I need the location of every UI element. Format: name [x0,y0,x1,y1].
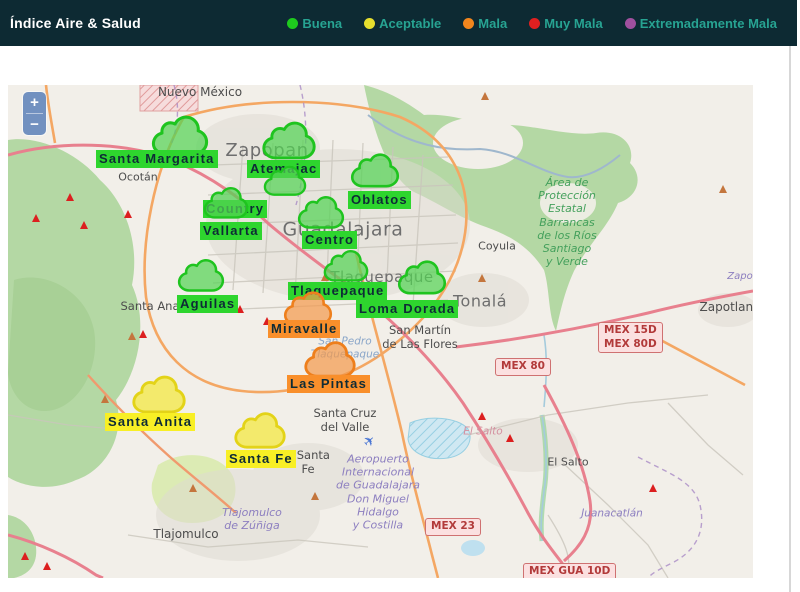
station-cloud-marker[interactable] [258,118,320,161]
aqi-legend: Buena Aceptable Mala Muy Mala Extremadamente… [287,16,777,31]
zoom-out-button[interactable]: − [23,114,46,135]
peak-icon [649,484,657,492]
peak-icon [189,484,197,492]
station-cloud-marker[interactable] [320,247,372,283]
station-label: Santa Fe [226,450,296,468]
legend-label: Muy Mala [544,16,603,31]
station-label: Santa Anita [105,413,195,431]
road-badge: MEX 15D MEX 80D [598,322,663,353]
station-cloud-marker[interactable] [347,150,403,189]
station-label: Las Pintas [287,375,370,393]
peak-icon [43,562,51,570]
station-cloud-marker[interactable] [300,338,360,379]
peak-icon [128,332,136,340]
peak-icon [481,92,489,100]
peak-icon [478,412,486,420]
peak-icon [21,552,29,560]
road-badge: MEX GUA 10D [523,563,616,578]
peak-icon [311,492,319,500]
legend-dot-icon [529,18,540,29]
peak-icon [66,193,74,201]
station-label: Vallarta [200,222,262,240]
peak-icon [80,221,88,229]
peak-icon [719,185,727,193]
legend-item: Aceptable [364,16,441,31]
station-cloud-marker[interactable] [128,372,190,415]
legend-label: Mala [478,16,507,31]
legend-item: Muy Mala [529,16,603,31]
peak-icon [101,395,109,403]
legend-label: Extremadamente Mala [640,16,777,31]
legend-label: Aceptable [379,16,441,31]
station-cloud-marker[interactable] [394,257,450,296]
peak-icon [124,210,132,218]
legend-dot-icon [364,18,375,29]
road-badge: MEX 23 [425,518,481,536]
peak-icon [478,274,486,282]
legend-dot-icon [463,18,474,29]
legend-dot-icon [287,18,298,29]
peak-icon [506,434,514,442]
zoom-in-button[interactable]: + [23,92,46,113]
air-quality-app: Índice Aire & Salud Buena Aceptable Mala Mu… [0,0,800,592]
station-cloud-marker[interactable] [294,193,348,230]
map-canvas[interactable]: Nuevo MéxicoZapopanOcotánGuadalajaraTlaq… [8,85,753,578]
legend-item: Extremadamente Mala [625,16,777,31]
road-badge: MEX 80 [495,358,551,376]
station-label: Oblatos [348,191,411,209]
header-bar: Índice Aire & Salud Buena Aceptable Mala Mu… [0,0,797,46]
peak-icon [139,330,147,338]
station-label: Aguilas [177,295,238,313]
scrollbar[interactable] [789,46,791,592]
legend-label: Buena [302,16,342,31]
peak-icon [32,214,40,222]
legend-item: Buena [287,16,342,31]
legend-item: Mala [463,16,507,31]
legend-dot-icon [625,18,636,29]
station-label: Santa Margarita [96,150,218,168]
map-zoom-control: + − [23,92,46,135]
station-cloud-marker[interactable] [230,409,290,450]
station-cloud-marker[interactable] [200,184,252,220]
station-label: Loma Dorada [356,300,458,318]
station-cloud-marker[interactable] [174,256,228,293]
page-title: Índice Aire & Salud [10,15,141,31]
station-label: Miravalle [268,320,340,338]
